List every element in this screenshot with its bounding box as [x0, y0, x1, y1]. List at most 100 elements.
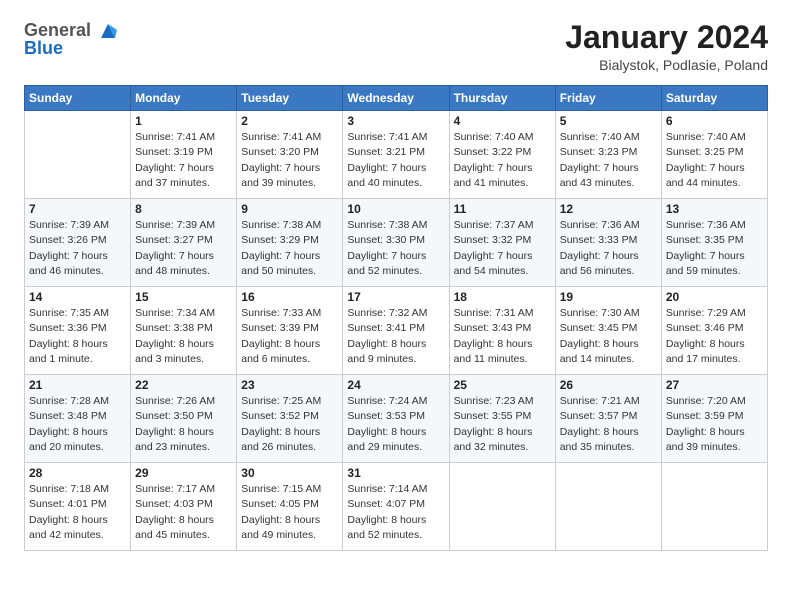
day-header-friday: Friday [555, 86, 661, 111]
day-number: 10 [347, 202, 444, 216]
calendar-week-row: 1Sunrise: 7:41 AM Sunset: 3:19 PM Daylig… [25, 111, 768, 199]
day-info: Sunrise: 7:30 AM Sunset: 3:45 PM Dayligh… [560, 306, 657, 367]
calendar-cell: 7 Sunrise: 7:39 AM Sunset: 3:26 PM Daylig… [25, 199, 131, 287]
day-number: 20 [666, 290, 763, 304]
day-number: 28 [29, 466, 126, 480]
day-number: 13 [666, 202, 763, 216]
day-info: Sunrise: 7:35 AM Sunset: 3:36 PM Dayligh… [29, 306, 126, 367]
title-block: January 2024 Bialystok, Podlasie, Poland [565, 20, 768, 73]
day-number: 6 [666, 114, 763, 128]
day-info: Sunrise: 7:33 AM Sunset: 3:39 PM Dayligh… [241, 306, 338, 367]
calendar-cell [449, 463, 555, 551]
day-info: Sunrise: 7:14 AM Sunset: 4:07 PM Dayligh… [347, 482, 444, 543]
day-info: Sunrise: 7:25 AM Sunset: 3:52 PM Dayligh… [241, 394, 338, 455]
day-info: Sunrise: 7:38 AM Sunset: 3:29 PM Dayligh… [241, 218, 338, 279]
calendar-cell: 26Sunrise: 7:21 AM Sunset: 3:57 PM Dayli… [555, 375, 661, 463]
logo-line1: General [24, 20, 91, 40]
day-info: Sunrise: 7:15 AM Sunset: 4:05 PM Dayligh… [241, 482, 338, 543]
calendar-cell [661, 463, 767, 551]
month-title: January 2024 [565, 20, 768, 55]
day-header-thursday: Thursday [449, 86, 555, 111]
logo: General Blue [24, 20, 101, 59]
day-number: 4 [454, 114, 551, 128]
day-number: 16 [241, 290, 338, 304]
day-header-sunday: Sunday [25, 86, 131, 111]
calendar-cell: 27 Sunrise: 7:20 AM Sunset: 3:59 PM Dayli… [661, 375, 767, 463]
day-number: 8 [135, 202, 232, 216]
calendar-cell: 18 Sunrise: 7:31 AM Sunset: 3:43 PM Dayli… [449, 287, 555, 375]
day-header-wednesday: Wednesday [343, 86, 449, 111]
day-number: 5 [560, 114, 657, 128]
day-info: Sunrise: 7:31 AM Sunset: 3:43 PM Dayligh… [454, 306, 551, 367]
day-header-tuesday: Tuesday [237, 86, 343, 111]
day-number: 22 [135, 378, 232, 392]
calendar-cell: 8 Sunrise: 7:39 AM Sunset: 3:27 PM Daylig… [131, 199, 237, 287]
day-info: Sunrise: 7:40 AM Sunset: 3:25 PM Dayligh… [666, 130, 763, 191]
calendar-cell: 6 Sunrise: 7:40 AM Sunset: 3:25 PM Daylig… [661, 111, 767, 199]
day-number: 17 [347, 290, 444, 304]
day-info: Sunrise: 7:28 AM Sunset: 3:48 PM Dayligh… [29, 394, 126, 455]
calendar-table: SundayMondayTuesdayWednesdayThursdayFrid… [24, 85, 768, 551]
day-info: Sunrise: 7:36 AM Sunset: 3:33 PM Dayligh… [560, 218, 657, 279]
calendar-cell: 23 Sunrise: 7:25 AM Sunset: 3:52 PM Dayli… [237, 375, 343, 463]
page: General Blue January 2024 Bialystok, Pod… [0, 0, 792, 612]
day-number: 23 [241, 378, 338, 392]
calendar-cell: 22Sunrise: 7:26 AM Sunset: 3:50 PM Dayli… [131, 375, 237, 463]
day-info: Sunrise: 7:34 AM Sunset: 3:38 PM Dayligh… [135, 306, 232, 367]
day-info: Sunrise: 7:36 AM Sunset: 3:35 PM Dayligh… [666, 218, 763, 279]
day-info: Sunrise: 7:39 AM Sunset: 3:27 PM Dayligh… [135, 218, 232, 279]
day-header-monday: Monday [131, 86, 237, 111]
calendar-cell: 4Sunrise: 7:40 AM Sunset: 3:22 PM Daylig… [449, 111, 555, 199]
calendar-cell: 20 Sunrise: 7:29 AM Sunset: 3:46 PM Dayli… [661, 287, 767, 375]
day-info: Sunrise: 7:41 AM Sunset: 3:21 PM Dayligh… [347, 130, 444, 191]
calendar-cell: 29Sunrise: 7:17 AM Sunset: 4:03 PM Dayli… [131, 463, 237, 551]
day-number: 18 [454, 290, 551, 304]
calendar-cell: 24 Sunrise: 7:24 AM Sunset: 3:53 PM Dayli… [343, 375, 449, 463]
calendar-cell: 11Sunrise: 7:37 AM Sunset: 3:32 PM Dayli… [449, 199, 555, 287]
day-number: 27 [666, 378, 763, 392]
calendar-cell: 15Sunrise: 7:34 AM Sunset: 3:38 PM Dayli… [131, 287, 237, 375]
calendar-week-row: 28 Sunrise: 7:18 AM Sunset: 4:01 PM Dayli… [25, 463, 768, 551]
calendar-week-row: 14Sunrise: 7:35 AM Sunset: 3:36 PM Dayli… [25, 287, 768, 375]
calendar-cell: 31 Sunrise: 7:14 AM Sunset: 4:07 PM Dayli… [343, 463, 449, 551]
day-info: Sunrise: 7:17 AM Sunset: 4:03 PM Dayligh… [135, 482, 232, 543]
day-number: 25 [454, 378, 551, 392]
calendar-cell: 21 Sunrise: 7:28 AM Sunset: 3:48 PM Dayli… [25, 375, 131, 463]
day-info: Sunrise: 7:38 AM Sunset: 3:30 PM Dayligh… [347, 218, 444, 279]
day-number: 31 [347, 466, 444, 480]
day-info: Sunrise: 7:24 AM Sunset: 3:53 PM Dayligh… [347, 394, 444, 455]
day-number: 21 [29, 378, 126, 392]
day-info: Sunrise: 7:41 AM Sunset: 3:20 PM Dayligh… [241, 130, 338, 191]
day-number: 19 [560, 290, 657, 304]
calendar-week-row: 21 Sunrise: 7:28 AM Sunset: 3:48 PM Dayli… [25, 375, 768, 463]
calendar-header-row: SundayMondayTuesdayWednesdayThursdayFrid… [25, 86, 768, 111]
calendar-cell: 9 Sunrise: 7:38 AM Sunset: 3:29 PM Daylig… [237, 199, 343, 287]
day-number: 30 [241, 466, 338, 480]
day-number: 9 [241, 202, 338, 216]
day-info: Sunrise: 7:18 AM Sunset: 4:01 PM Dayligh… [29, 482, 126, 543]
logo-line2: Blue [24, 38, 63, 58]
day-number: 3 [347, 114, 444, 128]
day-header-saturday: Saturday [661, 86, 767, 111]
calendar-cell: 12Sunrise: 7:36 AM Sunset: 3:33 PM Dayli… [555, 199, 661, 287]
day-info: Sunrise: 7:29 AM Sunset: 3:46 PM Dayligh… [666, 306, 763, 367]
day-info: Sunrise: 7:37 AM Sunset: 3:32 PM Dayligh… [454, 218, 551, 279]
day-number: 2 [241, 114, 338, 128]
location-subtitle: Bialystok, Podlasie, Poland [565, 57, 768, 73]
logo-icon [97, 20, 119, 42]
calendar-cell: 2 Sunrise: 7:41 AM Sunset: 3:20 PM Daylig… [237, 111, 343, 199]
calendar-cell: 1Sunrise: 7:41 AM Sunset: 3:19 PM Daylig… [131, 111, 237, 199]
day-number: 7 [29, 202, 126, 216]
calendar-cell [555, 463, 661, 551]
calendar-cell: 16 Sunrise: 7:33 AM Sunset: 3:39 PM Dayli… [237, 287, 343, 375]
day-number: 24 [347, 378, 444, 392]
calendar-cell: 3 Sunrise: 7:41 AM Sunset: 3:21 PM Daylig… [343, 111, 449, 199]
day-info: Sunrise: 7:39 AM Sunset: 3:26 PM Dayligh… [29, 218, 126, 279]
day-info: Sunrise: 7:23 AM Sunset: 3:55 PM Dayligh… [454, 394, 551, 455]
day-info: Sunrise: 7:40 AM Sunset: 3:23 PM Dayligh… [560, 130, 657, 191]
calendar-cell: 30 Sunrise: 7:15 AM Sunset: 4:05 PM Dayli… [237, 463, 343, 551]
day-info: Sunrise: 7:20 AM Sunset: 3:59 PM Dayligh… [666, 394, 763, 455]
calendar-week-row: 7 Sunrise: 7:39 AM Sunset: 3:26 PM Daylig… [25, 199, 768, 287]
calendar-cell: 10 Sunrise: 7:38 AM Sunset: 3:30 PM Dayli… [343, 199, 449, 287]
header: General Blue January 2024 Bialystok, Pod… [24, 20, 768, 73]
